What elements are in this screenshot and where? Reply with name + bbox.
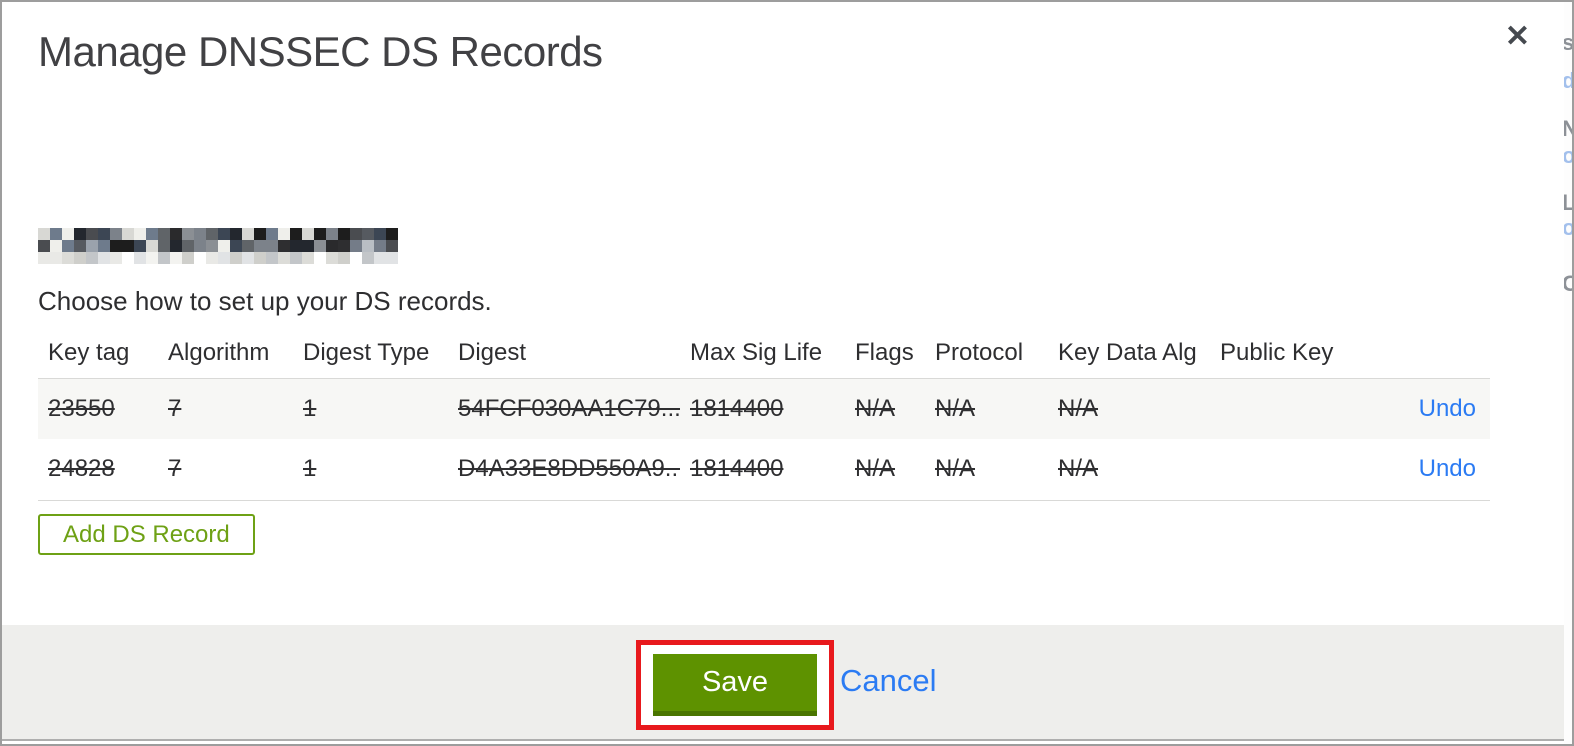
col-header-key-tag: Key tag xyxy=(48,338,130,366)
table-row: 24828 7 1 D4A33E8DD550A9... 1814400 N/A … xyxy=(38,439,1490,500)
cell-algorithm: 7 xyxy=(168,394,182,422)
subtitle-text: Choose how to set up your DS records. xyxy=(38,286,492,316)
domain-name-redacted xyxy=(38,228,398,264)
red-highlight-box: Save xyxy=(636,640,834,730)
undo-link[interactable]: Undo xyxy=(1419,395,1476,422)
manage-dnssec-modal: Manage DNSSEC DS Records ✕ Choose how to… xyxy=(2,2,1565,741)
ds-records-table: Key tag Algorithm Digest Type Digest Max… xyxy=(38,328,1490,501)
cell-public-key xyxy=(1210,378,1350,439)
cell-digest: 54FCF030AA1C79... xyxy=(458,394,680,422)
cancel-link[interactable]: Cancel xyxy=(840,663,937,699)
cell-key-data-alg: N/A xyxy=(1058,394,1099,422)
cell-digest-type: 1 xyxy=(303,394,317,422)
cell-max-sig-life: 1814400 xyxy=(690,455,784,483)
cell-key-tag: 24828 xyxy=(48,455,115,483)
background-page-edge-strip: sdNoLoC xyxy=(1564,2,1572,744)
save-button[interactable]: Save xyxy=(653,654,817,716)
cell-key-tag: 23550 xyxy=(48,394,115,422)
col-header-digest: Digest xyxy=(458,338,527,366)
undo-link[interactable]: Undo xyxy=(1419,455,1476,482)
modal-footer: Save Cancel xyxy=(2,625,1564,739)
cell-key-data-alg: N/A xyxy=(1058,455,1099,483)
cell-protocol: N/A xyxy=(935,455,976,483)
page-title: Manage DNSSEC DS Records xyxy=(38,28,603,75)
col-header-public-key: Public Key xyxy=(1220,338,1334,366)
cell-flags: N/A xyxy=(855,455,896,483)
col-header-max-sig-life: Max Sig Life xyxy=(690,338,823,366)
cell-public-key xyxy=(1210,439,1350,500)
close-icon[interactable]: ✕ xyxy=(1505,22,1530,52)
col-header-key-data-alg: Key Data Alg xyxy=(1058,338,1197,366)
cell-max-sig-life: 1814400 xyxy=(690,394,784,422)
col-header-algorithm: Algorithm xyxy=(168,338,270,366)
col-header-action xyxy=(1350,328,1490,378)
cell-algorithm: 7 xyxy=(168,455,182,483)
table-header-row: Key tag Algorithm Digest Type Digest Max… xyxy=(38,328,1490,378)
screenshot-frame: Manage DNSSEC DS Records ✕ Choose how to… xyxy=(0,0,1574,746)
cell-digest-type: 1 xyxy=(303,455,317,483)
table-row: 23550 7 1 54FCF030AA1C79... 1814400 N/A … xyxy=(38,378,1490,439)
cell-flags: N/A xyxy=(855,394,896,422)
col-header-digest-type: Digest Type xyxy=(303,338,430,366)
cell-digest: D4A33E8DD550A9... xyxy=(458,455,680,483)
col-header-protocol: Protocol xyxy=(935,338,1024,366)
cell-protocol: N/A xyxy=(935,394,976,422)
add-ds-record-button[interactable]: Add DS Record xyxy=(38,514,255,555)
col-header-flags: Flags xyxy=(855,338,914,366)
